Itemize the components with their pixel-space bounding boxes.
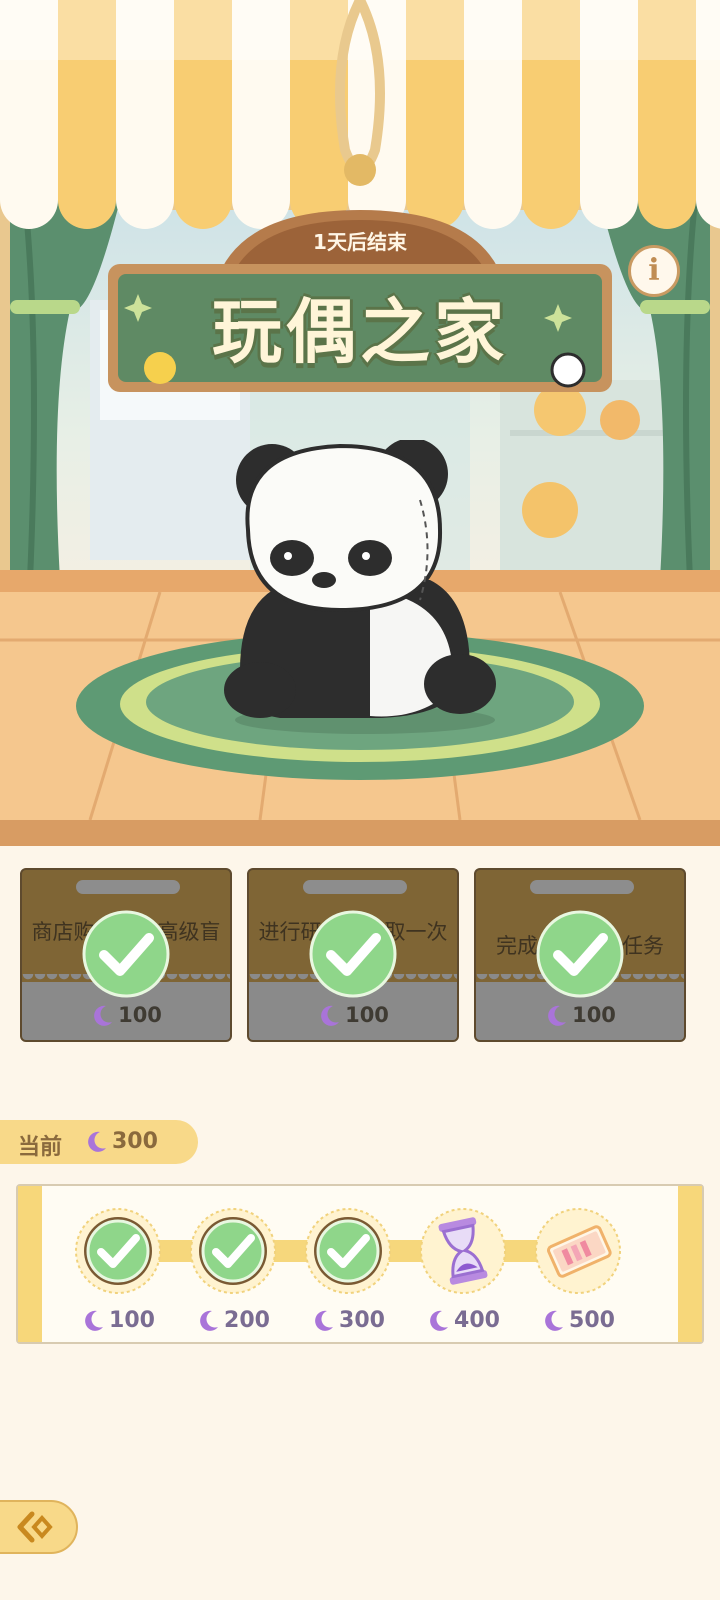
milestone-value: 200 [178,1308,288,1333]
task-reward-value: 100 [118,1003,162,1027]
milestone-value-text: 400 [454,1308,500,1333]
track-right-edge [678,1186,702,1342]
task-reward-value: 100 [345,1003,389,1027]
milestone-track: 100 200 300 400 500 [16,1184,704,1344]
floor-edge [0,820,720,846]
current-label: 当前 [18,1135,63,1160]
countdown-text: 1天后结束 [313,230,407,254]
hourglass-icon[interactable] [418,1206,508,1296]
current-points: 300 [84,1129,158,1154]
back-button[interactable] [0,1500,78,1554]
task-reward-value: 100 [572,1003,616,1027]
check-icon [82,910,170,998]
ticket-icon[interactable] [533,1206,623,1296]
moon-icon [545,1310,564,1331]
milestone-value-text: 200 [224,1308,270,1333]
check-icon [536,910,624,998]
event-title: 玩偶之家 [212,291,508,373]
current-points-value: 300 [112,1129,158,1154]
milestone-reward-claimed[interactable] [73,1206,163,1296]
track-left-edge [18,1186,42,1342]
milestone-value: 500 [523,1308,633,1333]
panda-doll [224,440,496,734]
task-pill [530,880,634,894]
milestone-value-text: 300 [339,1308,385,1333]
milestone-value: 300 [293,1308,403,1333]
milestone-value-text: 100 [109,1308,155,1333]
task-reward: 100 [476,1003,684,1028]
shop-scene: 1天后结束 玩偶之家 i [0,0,720,846]
milestone-value: 400 [408,1308,518,1333]
moon-icon [200,1310,219,1331]
left-curtain [10,200,120,580]
check-icon [309,910,397,998]
current-points-badge: 当前 300 [0,1120,198,1164]
milestone-reward-claimed[interactable] [188,1206,278,1296]
task-card[interactable]: 进行研究并领取一次 100 [247,868,459,1042]
moon-icon [430,1310,449,1331]
back-arrow-icon [17,1511,53,1543]
task-card[interactable]: 商店购买一次高级盲盒抽奖券 100 [20,868,232,1042]
moon-icon [85,1310,104,1331]
moon-icon [88,1131,106,1152]
moon-icon [321,1005,340,1026]
task-reward: 100 [22,1003,230,1028]
milestone-value-text: 500 [569,1308,615,1333]
task-reward: 100 [249,1003,457,1028]
moon-icon [94,1005,113,1026]
info-icon: i [648,253,660,288]
task-pill [76,880,180,894]
milestone-value: 100 [63,1308,173,1333]
moon-icon [315,1310,334,1331]
info-button[interactable]: i [628,245,680,297]
task-pill [303,880,407,894]
milestone-reward-claimed[interactable] [303,1206,393,1296]
sign-rope [335,0,385,186]
moon-icon [548,1005,567,1026]
task-card[interactable]: 完成一次每日任务 100 [474,868,686,1042]
